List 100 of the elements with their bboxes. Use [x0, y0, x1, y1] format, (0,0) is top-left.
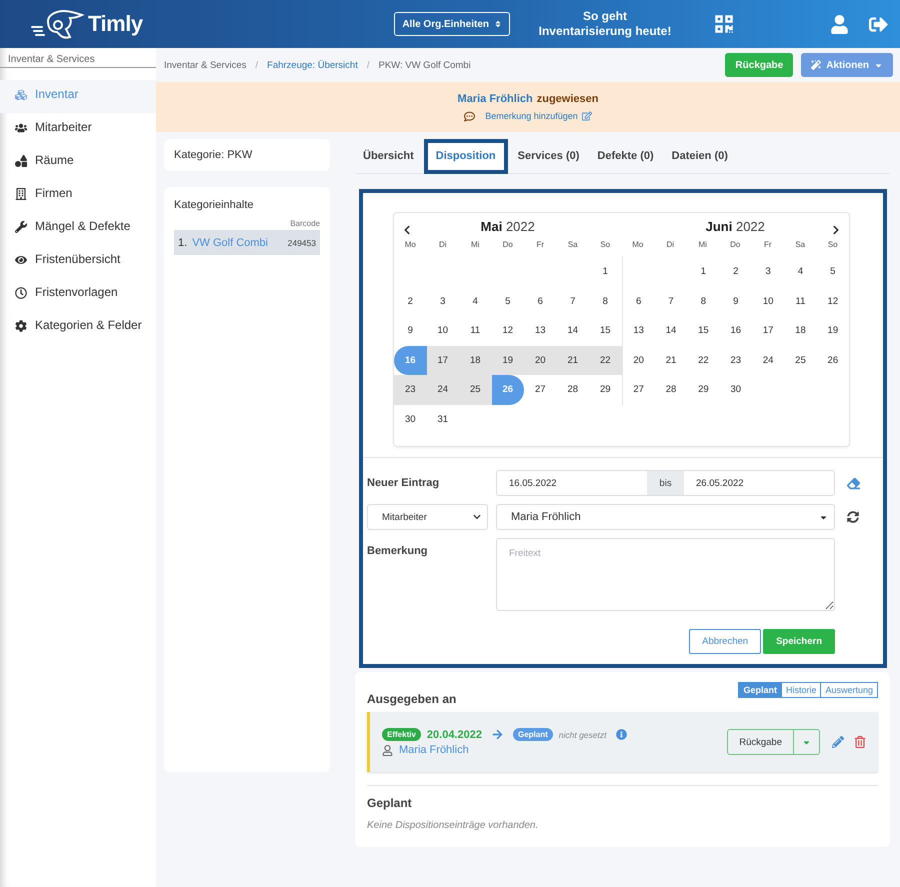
calendar-day[interactable]: 12 — [492, 316, 524, 346]
calendar-day[interactable]: 23 — [394, 375, 426, 404]
calendar-day[interactable]: 5 — [816, 257, 849, 286]
calendar-day[interactable]: 18 — [784, 316, 817, 346]
date-range-field[interactable]: 16.05.2022 bis 26.05.2022 — [496, 470, 835, 496]
user-icon[interactable] — [830, 14, 849, 34]
effective-badge: Effektiv — [382, 728, 421, 741]
calendar-day[interactable]: 6 — [524, 286, 556, 316]
calendar-day[interactable]: 1 — [687, 257, 720, 286]
calendar-day[interactable]: 25 — [784, 346, 817, 375]
logo-text: Timly — [88, 11, 143, 37]
edit-icon[interactable] — [582, 111, 592, 121]
calendar-day[interactable]: 30 — [394, 404, 426, 434]
tab[interactable]: Services (0) — [510, 138, 588, 174]
weekday-label: Di — [438, 239, 448, 251]
calendar-day[interactable]: 22 — [687, 346, 720, 375]
calendar-day[interactable]: 23 — [720, 346, 752, 375]
calendar-day[interactable]: 9 — [720, 286, 752, 316]
calendar-day[interactable]: 17 — [752, 316, 784, 346]
sidebar-item[interactable]: Fristenübersicht — [0, 245, 156, 278]
calendar-day[interactable]: 31 — [426, 404, 459, 434]
calendar-day[interactable]: 16 — [720, 316, 752, 346]
tab[interactable]: Übersicht — [355, 138, 422, 174]
calendar-day[interactable]: 3 — [752, 257, 784, 286]
remark-field[interactable]: Freitext — [496, 538, 835, 611]
calendar-day[interactable]: 2 — [394, 286, 426, 316]
calendar-day[interactable]: 27 — [622, 375, 655, 404]
calendar-day[interactable]: 14 — [654, 316, 688, 346]
tab[interactable]: Disposition — [424, 138, 508, 174]
type-select[interactable]: Mitarbeiter — [367, 504, 488, 530]
calendar-day[interactable]: 25 — [459, 375, 492, 404]
item-row[interactable]: 1. VW Golf Combi 249453 — [174, 230, 320, 255]
calendar-day[interactable]: 11 — [784, 286, 817, 316]
trash-icon[interactable] — [854, 736, 866, 748]
sidebar-item[interactable]: Mängel & Defekte — [0, 212, 156, 245]
qr-code-icon[interactable] — [714, 14, 734, 34]
calendar-day[interactable]: 4 — [459, 286, 492, 316]
calendar-day[interactable]: 26 — [816, 346, 849, 375]
info-icon[interactable] — [616, 729, 628, 740]
sidebar-item[interactable]: Kategorien & Felder — [0, 311, 156, 344]
calendar-day[interactable]: 29 — [687, 375, 720, 404]
calendar-day[interactable]: 22 — [589, 346, 622, 375]
assignee-link[interactable]: Maria Fröhlich — [458, 92, 533, 104]
assignment-status: zugewiesen — [536, 92, 598, 104]
logout-icon[interactable] — [869, 14, 888, 34]
previous-month-icon[interactable] — [402, 225, 412, 235]
calendar-day[interactable]: 10 — [752, 286, 784, 316]
sidebar-item[interactable]: Räume — [0, 146, 156, 179]
next-month-icon[interactable] — [831, 225, 841, 235]
org-unit-select[interactable]: Alle Org.Einheiten — [394, 12, 510, 36]
month-title: Mai 2022 — [480, 219, 536, 235]
calendar-day[interactable]: 20 — [622, 346, 655, 375]
calendar-day[interactable]: 30 — [720, 375, 752, 404]
effective-date: 20.04.2022 — [426, 728, 482, 740]
weekday-label: Mo — [631, 239, 644, 251]
calendar-day[interactable]: 7 — [654, 286, 688, 316]
calendar-day[interactable]: 15 — [687, 316, 720, 346]
tab[interactable]: Defekte (0) — [589, 138, 662, 174]
calendar-day[interactable]: 17 — [426, 346, 459, 375]
calendar-day[interactable]: 8 — [589, 286, 622, 316]
calendar-day[interactable]: 13 — [622, 316, 655, 346]
calendar-day[interactable]: 4 — [784, 257, 817, 286]
calendar-day[interactable]: 3 — [426, 286, 459, 316]
barcode-text: 249453 — [288, 238, 316, 248]
calendar-day[interactable]: 13 — [524, 316, 556, 346]
pencil-icon[interactable] — [832, 736, 844, 748]
calendar-day[interactable]: 6 — [622, 286, 655, 316]
calendar-day[interactable]: 15 — [589, 316, 622, 346]
calendar-day[interactable]: 21 — [556, 346, 589, 375]
calendar-day[interactable]: 20 — [524, 346, 556, 375]
calendar-day[interactable]: 27 — [524, 375, 556, 404]
weekday-label: Sa — [794, 239, 806, 251]
calendar-day[interactable]: 5 — [492, 286, 524, 316]
calendar-day[interactable]: 14 — [556, 316, 589, 346]
calendar-day[interactable]: 11 — [459, 316, 492, 346]
calendar-day[interactable]: 8 — [687, 286, 720, 316]
breadcrumb-link[interactable]: Fahrzeuge: Übersicht — [267, 60, 358, 70]
calendar-day[interactable]: 24 — [426, 375, 459, 404]
sidebar-item[interactable]: Firmen — [0, 179, 156, 212]
sidebar-item[interactable]: Fristenvorlagen — [0, 278, 156, 311]
calendar-day[interactable]: 18 — [459, 346, 492, 375]
calendar-day[interactable]: 7 — [556, 286, 589, 316]
calendar-day[interactable]: 10 — [426, 316, 459, 346]
calendar-day[interactable]: 19 — [492, 346, 524, 375]
calendar-day[interactable]: 24 — [752, 346, 784, 375]
calendar-day[interactable]: 2 — [720, 257, 752, 286]
calendar-day[interactable]: 9 — [394, 316, 426, 346]
sidebar-item[interactable]: Mitarbeiter — [0, 113, 156, 146]
month-title: Juni 2022 — [704, 219, 766, 235]
calendar-day[interactable]: 21 — [654, 346, 688, 375]
breadcrumb-text: PKW: VW Golf Combi — [378, 60, 471, 70]
add-remark-link[interactable]: Bemerkung hinzufügen — [485, 111, 578, 121]
calendar-day[interactable]: 1 — [589, 257, 622, 286]
calendar-day[interactable]: 12 — [816, 286, 849, 316]
tab[interactable]: Dateien (0) — [664, 138, 736, 174]
calendar-day[interactable]: 19 — [816, 316, 849, 346]
calendar-day[interactable]: 28 — [654, 375, 688, 404]
person-select[interactable]: Maria Fröhlich — [496, 504, 835, 530]
calendar-day[interactable]: 28 — [556, 375, 589, 404]
calendar-day[interactable]: 29 — [589, 375, 622, 404]
